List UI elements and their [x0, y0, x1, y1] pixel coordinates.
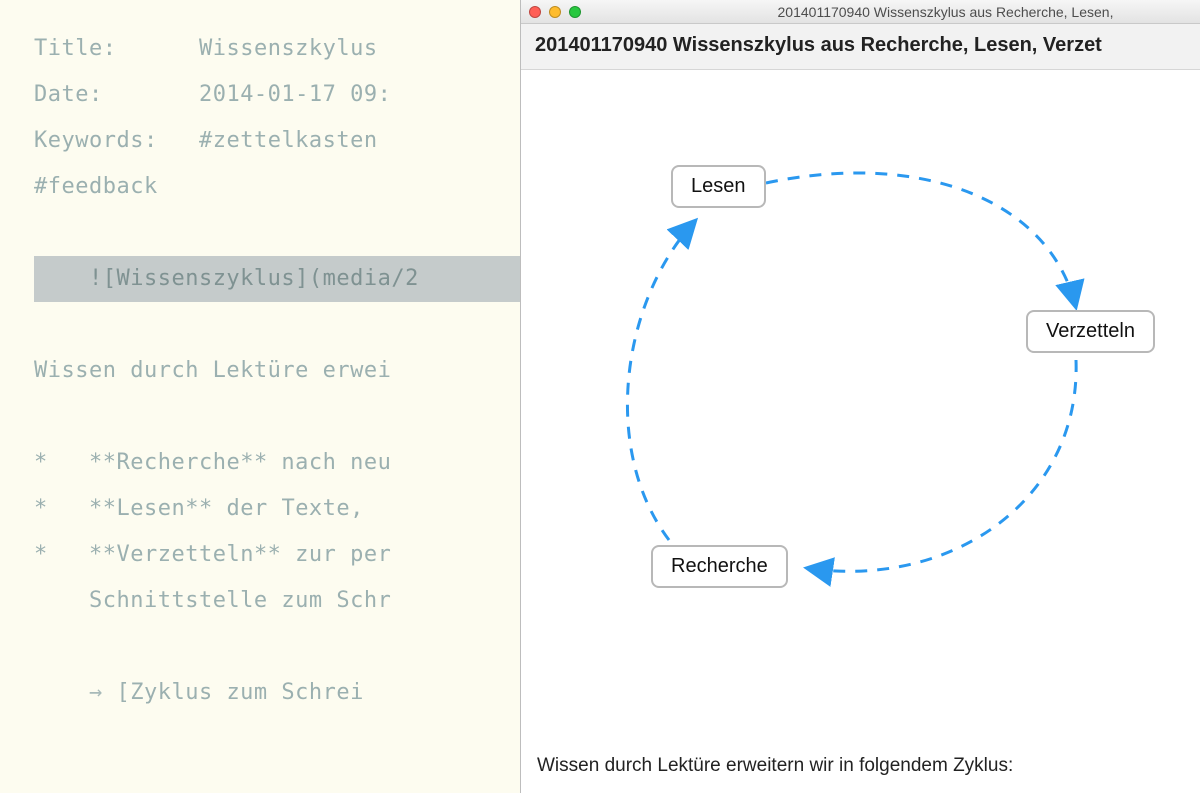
- meta-keywords-value: #zettelkasten: [199, 128, 391, 153]
- blank-line: [34, 210, 520, 256]
- bullet-star: *: [34, 542, 48, 567]
- meta-tag-line[interactable]: #feedback: [34, 164, 520, 210]
- link-text: [Zyklus zum Schrei: [103, 680, 364, 705]
- preview-body-text: Wissen durch Lektüre erweitern wir in fo…: [521, 745, 1200, 793]
- bullet-rest: der Texte,: [213, 496, 364, 521]
- arrow-icon: →: [89, 680, 103, 705]
- bullet-rest: nach neu: [268, 450, 392, 475]
- app-root: Title: Wissenszkylus Date: 2014-01-17 09…: [0, 0, 1200, 793]
- bullet-star: *: [34, 496, 48, 521]
- meta-keywords-label: Keywords:: [34, 128, 158, 153]
- window-title: 201401170940 Wissenszkylus aus Recherche…: [521, 4, 1200, 20]
- image-markdown: ![Wissenszyklus](media/2: [89, 266, 419, 291]
- bullet-rest: zur per: [281, 542, 391, 567]
- link-line[interactable]: → [Zyklus zum Schrei: [34, 670, 520, 716]
- bullet-line[interactable]: * **Recherche** nach neu: [34, 440, 520, 486]
- continuation-line[interactable]: Schnittstelle zum Schr: [34, 578, 520, 624]
- node-recherche: Recherche: [651, 545, 788, 588]
- continuation-text: Schnittstelle zum Schr: [89, 588, 391, 613]
- bullet-star: *: [34, 450, 48, 475]
- node-label: Verzetteln: [1046, 320, 1135, 342]
- blank-line: [34, 624, 520, 670]
- meta-title-value: Wissenszkylus: [199, 36, 391, 61]
- cycle-arrows-svg: [521, 70, 1200, 670]
- node-verzetteln: Verzetteln: [1026, 310, 1155, 353]
- blank-line: [34, 394, 520, 440]
- bullet-bold: **Recherche**: [89, 450, 268, 475]
- meta-title-line[interactable]: Title: Wissenszkylus: [34, 26, 520, 72]
- node-label: Lesen: [691, 175, 746, 197]
- minimize-icon[interactable]: [549, 6, 561, 18]
- preview-window: 201401170940 Wissenszkylus aus Recherche…: [521, 0, 1200, 793]
- bullet-bold: **Verzetteln**: [89, 542, 281, 567]
- cycle-diagram: Lesen Verzetteln Recherche: [521, 70, 1200, 745]
- arrow-lesen-to-verzetteln: [766, 173, 1076, 308]
- document-title: 201401170940 Wissenszkylus aus Recherche…: [521, 24, 1200, 70]
- bullet-bold: **Lesen**: [89, 496, 213, 521]
- intro-text: Wissen durch Lektüre erwei: [34, 358, 391, 383]
- arrow-verzetteln-to-recherche: [806, 360, 1076, 571]
- zoom-icon[interactable]: [569, 6, 581, 18]
- arrow-recherche-to-lesen: [627, 220, 696, 540]
- image-markdown-line[interactable]: ![Wissenszyklus](media/2: [34, 256, 520, 302]
- traffic-lights: [529, 6, 581, 18]
- meta-title-label: Title:: [34, 36, 116, 61]
- markdown-editor-pane[interactable]: Title: Wissenszkylus Date: 2014-01-17 09…: [0, 0, 520, 793]
- close-icon[interactable]: [529, 6, 541, 18]
- bullet-line[interactable]: * **Verzetteln** zur per: [34, 532, 520, 578]
- blank-line: [34, 302, 520, 348]
- meta-keywords-line[interactable]: Keywords: #zettelkasten: [34, 118, 520, 164]
- tag-feedback: #feedback: [34, 174, 158, 199]
- node-lesen: Lesen: [671, 165, 766, 208]
- meta-date-value: 2014-01-17 09:: [199, 82, 391, 107]
- meta-date-line[interactable]: Date: 2014-01-17 09:: [34, 72, 520, 118]
- meta-date-label: Date:: [34, 82, 103, 107]
- window-titlebar[interactable]: 201401170940 Wissenszkylus aus Recherche…: [521, 0, 1200, 24]
- node-label: Recherche: [671, 555, 768, 577]
- intro-line[interactable]: Wissen durch Lektüre erwei: [34, 348, 520, 394]
- bullet-line[interactable]: * **Lesen** der Texte,: [34, 486, 520, 532]
